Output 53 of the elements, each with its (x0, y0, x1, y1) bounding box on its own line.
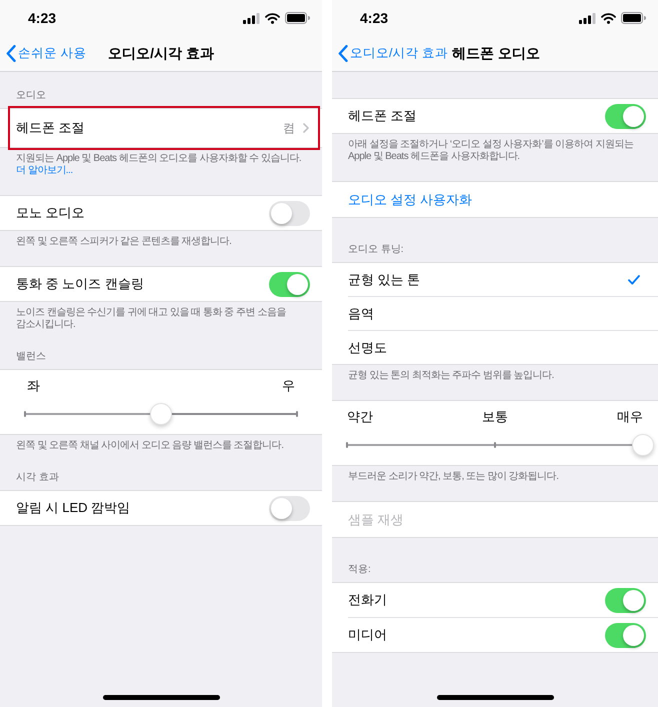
row-label: 전화기 (348, 591, 387, 610)
option-row[interactable]: 균형 있는 톤 (332, 263, 658, 296)
row-label: 헤드폰 조절 (348, 107, 417, 126)
section-header: 오디오 튜닝: (348, 244, 404, 255)
slider-label: 우 (282, 378, 295, 394)
toggle-switch[interactable] (605, 622, 646, 648)
battery-icon (285, 12, 310, 24)
wifi-icon (601, 12, 616, 24)
toggle-switch[interactable] (605, 104, 646, 128)
section-header: 오디오 (16, 90, 46, 101)
footer-text: 왼쪽 및 오른쪽 채널 사이에서 오디오 음량 밸런스를 조절합니다. (16, 440, 285, 452)
option-row[interactable]: 음역 (332, 297, 658, 330)
back-button[interactable]: 오디오/시각 효과 (338, 44, 448, 63)
slider-label: 좌 (27, 378, 40, 394)
action-row[interactable]: 오디오 설정 사용자화 (332, 182, 658, 217)
chevron-right-icon (303, 123, 309, 133)
chevron-left-icon (338, 45, 348, 62)
section-header: 시각 효과 (16, 472, 59, 483)
slider-label: 보통 (482, 409, 508, 425)
slider-label: 매우 (617, 409, 643, 425)
toggle-switch[interactable] (269, 200, 310, 226)
slider-thumb[interactable] (150, 403, 172, 425)
settings-row[interactable]: 헤드폰 조절 켬 (0, 109, 322, 147)
signal-icon (243, 12, 260, 24)
row-label: 미디어 (348, 626, 387, 644)
footer-text: 왼쪽 및 오른쪽 스피커가 같은 콘텐츠를 재생합니다. (16, 236, 232, 248)
row-label: 통화 중 노이즈 캔슬링 (16, 275, 144, 294)
nav-title: 헤드폰 오디오 (452, 44, 540, 63)
back-button[interactable]: 손쉬운 사용 (6, 44, 86, 63)
row-label: 알림 시 LED 깜박임 (16, 499, 130, 518)
signal-icon (579, 12, 596, 24)
row-label: 모노 오디오 (16, 204, 85, 222)
section-header: 적용: (348, 564, 371, 575)
value-text: 켬 (283, 120, 295, 137)
option-row[interactable]: 선명도 (332, 331, 658, 364)
footer-text: 노이즈 캔슬링은 수신기를 귀에 대고 있을 때 통화 중 주변 소음을 감소시킵니다. (16, 307, 287, 331)
footer-text: 균형 있는 톤의 최적화는 주파수 범위를 높입니다. (348, 370, 555, 382)
nav-title: 오디오/시각 효과 (108, 44, 214, 63)
learn-more-link[interactable]: 더 알아보기... (16, 165, 73, 177)
footer-text: 지원되는 Apple 및 Beats 헤드폰의 오디오를 사용자화할 수 있습니다. (16, 153, 302, 165)
status-time: 4:23 (28, 11, 56, 25)
status-time: 4:23 (360, 11, 388, 25)
wifi-icon (265, 12, 280, 24)
toggle-switch[interactable] (269, 272, 310, 296)
section-header: 밸런스 (16, 351, 46, 362)
slider-thumb[interactable] (632, 434, 654, 456)
footer-text: 아래 설정을 조절하거나 ‘오디오 설정 사용자화’를 이용하여 지원되는 Apple 및 Beats 헤드폰을 사용자화합니다. (348, 139, 634, 163)
footer-text: 부드러운 소리가 약간, 보통, 또는 많이 강화됩니다. (348, 471, 560, 483)
slider-label: 약간 (347, 409, 373, 425)
toggle-switch[interactable] (605, 588, 646, 612)
toggle-switch[interactable] (269, 496, 310, 520)
chevron-left-icon (6, 45, 16, 62)
battery-icon (621, 12, 646, 24)
